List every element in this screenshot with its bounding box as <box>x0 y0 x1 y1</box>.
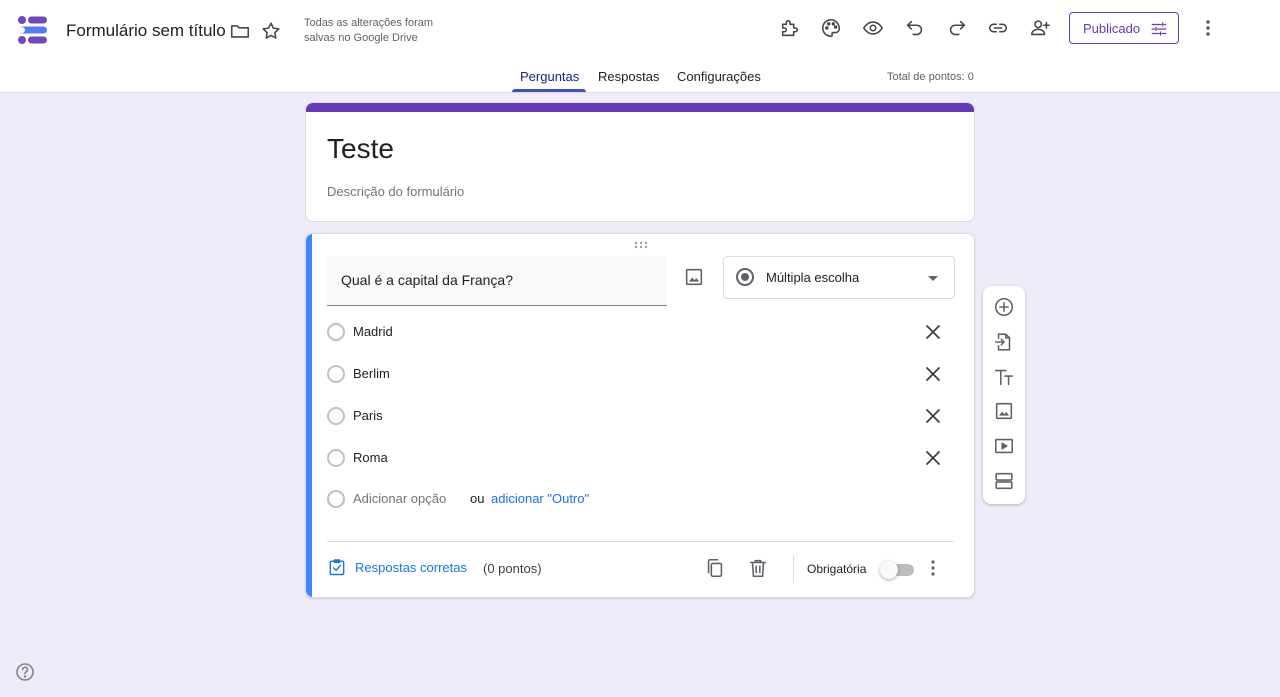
remove-option-icon[interactable] <box>924 407 942 425</box>
option-label[interactable]: Paris <box>353 408 383 423</box>
option-row[interactable]: Paris <box>327 401 947 431</box>
help-icon[interactable] <box>15 662 35 682</box>
radio-circle-icon <box>327 365 345 383</box>
remove-option-icon[interactable] <box>924 323 942 341</box>
add-other-link[interactable]: adicionar "Outro" <box>491 491 589 506</box>
add-option-input[interactable]: Adicionar opção <box>353 491 446 506</box>
import-questions-icon[interactable] <box>993 331 1015 353</box>
question-type-dropdown[interactable]: Múltipla escolha <box>723 256 955 299</box>
option-label[interactable]: Madrid <box>353 324 393 339</box>
option-label[interactable]: Roma <box>353 450 388 465</box>
add-image-icon[interactable] <box>683 266 705 288</box>
radio-circle-icon <box>327 449 345 467</box>
tune-icon <box>1151 22 1167 36</box>
option-row[interactable]: Berlim <box>327 359 947 389</box>
tab-configuracoes[interactable]: Configurações <box>677 69 761 84</box>
drag-handle-icon[interactable] <box>633 240 649 250</box>
option-row[interactable]: Roma <box>327 443 947 473</box>
star-icon[interactable] <box>259 19 283 43</box>
question-type-label: Múltipla escolha <box>766 270 860 285</box>
remove-option-icon[interactable] <box>924 365 942 383</box>
add-section-icon[interactable] <box>993 470 1015 492</box>
remove-option-icon[interactable] <box>924 449 942 467</box>
undo-icon[interactable] <box>903 16 927 40</box>
tab-perguntas[interactable]: Perguntas <box>520 69 579 84</box>
footer-vertical-divider <box>793 555 794 583</box>
form-title-card[interactable]: Teste Descrição do formulário <box>305 102 975 222</box>
required-toggle[interactable] <box>880 560 914 579</box>
question-input[interactable]: Qual é a capital da França? <box>327 256 667 306</box>
required-label: Obrigatória <box>807 562 867 576</box>
document-title[interactable]: Formulário sem título <box>66 21 226 41</box>
question-points: (0 pontos) <box>483 561 542 576</box>
folder-icon[interactable] <box>228 19 252 43</box>
palette-icon[interactable] <box>819 16 843 40</box>
add-image-icon[interactable] <box>993 400 1015 422</box>
or-text: ou <box>470 491 485 506</box>
radio-circle-icon <box>327 407 345 425</box>
add-video-icon[interactable] <box>993 435 1015 457</box>
duplicate-icon[interactable] <box>704 557 726 579</box>
add-question-icon[interactable] <box>993 296 1015 318</box>
dropdown-caret-icon <box>928 276 938 281</box>
forms-logo[interactable] <box>17 14 49 46</box>
tab-respostas[interactable]: Respostas <box>598 69 659 84</box>
redo-icon[interactable] <box>945 16 969 40</box>
publish-button[interactable]: Publicado <box>1069 12 1179 44</box>
question-more-icon[interactable] <box>925 558 941 578</box>
radio-button-icon <box>736 268 754 286</box>
save-status: Todas as alterações foram salvas no Goog… <box>304 17 434 44</box>
more-vert-icon[interactable] <box>1196 16 1220 40</box>
add-option-row: Adicionar opção ou adicionar "Outro" <box>327 484 947 514</box>
addon-icon[interactable] <box>778 16 802 40</box>
add-collaborator-icon[interactable] <box>1028 16 1052 40</box>
title-card-accent-bar <box>306 103 974 112</box>
question-focus-bar <box>306 234 312 597</box>
active-tab-indicator <box>512 89 586 92</box>
toggle-thumb <box>880 561 898 579</box>
radio-circle-icon <box>327 323 345 341</box>
floating-toolbar <box>983 286 1025 504</box>
option-row[interactable]: Madrid <box>327 317 947 347</box>
points-total: Total de pontos: 0 <box>887 71 974 83</box>
option-label[interactable]: Berlim <box>353 366 390 381</box>
preview-icon[interactable] <box>861 16 885 40</box>
form-tabs: Perguntas Respostas Configurações Total … <box>0 62 1280 93</box>
publish-button-label: Publicado <box>1083 20 1141 36</box>
answer-key-button[interactable]: Respostas corretas <box>327 557 467 577</box>
app-header: Formulário sem título Todas as alteraçõe… <box>0 0 1280 93</box>
question-footer-divider <box>327 541 954 542</box>
question-card[interactable]: Qual é a capital da França? Múltipla esc… <box>305 233 975 598</box>
link-icon[interactable] <box>986 16 1010 40</box>
form-title[interactable]: Teste <box>327 133 394 165</box>
delete-icon[interactable] <box>747 557 769 579</box>
answer-key-icon <box>329 559 345 576</box>
form-description[interactable]: Descrição do formulário <box>327 184 464 199</box>
radio-circle-icon <box>327 490 345 508</box>
answer-key-label: Respostas corretas <box>355 559 467 575</box>
add-title-icon[interactable] <box>993 366 1015 388</box>
